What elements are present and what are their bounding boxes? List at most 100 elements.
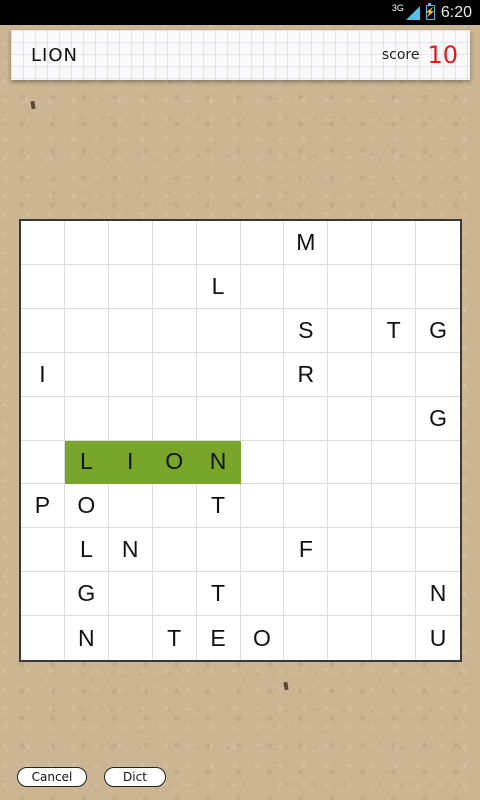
board-cell[interactable]: N xyxy=(65,616,109,660)
board-cell[interactable] xyxy=(416,265,460,309)
board-cell[interactable] xyxy=(21,396,65,441)
board-cell[interactable]: U xyxy=(416,616,460,660)
board-cell[interactable] xyxy=(196,396,241,441)
board-cell[interactable]: N xyxy=(108,528,153,573)
board-cell[interactable]: L xyxy=(196,264,241,309)
board-cell[interactable] xyxy=(152,264,197,309)
board-cell[interactable] xyxy=(284,572,329,617)
board-cell[interactable] xyxy=(416,484,460,529)
board-cell[interactable] xyxy=(64,308,109,353)
board-cell[interactable] xyxy=(240,484,285,529)
board-cell[interactable] xyxy=(152,352,197,397)
board-cell[interactable] xyxy=(328,221,373,265)
board-cell[interactable]: G xyxy=(416,309,460,353)
board-cell[interactable] xyxy=(108,308,153,353)
board-cell[interactable] xyxy=(240,396,285,441)
board-cell[interactable] xyxy=(108,264,153,309)
dict-button[interactable]: Dict xyxy=(104,767,166,787)
board-cell[interactable] xyxy=(196,221,241,265)
board-cell[interactable] xyxy=(372,528,417,573)
board-cell[interactable] xyxy=(328,616,373,660)
board-cell[interactable] xyxy=(21,616,65,660)
board-cell[interactable] xyxy=(21,221,65,265)
board-cell[interactable] xyxy=(21,264,65,309)
board-cell[interactable]: T xyxy=(153,616,197,660)
board-cell[interactable] xyxy=(240,572,285,617)
board-cell[interactable] xyxy=(240,221,285,265)
board-cell[interactable] xyxy=(109,616,153,660)
board-cell[interactable] xyxy=(416,221,460,265)
board-cell[interactable] xyxy=(284,264,329,309)
board-cell[interactable]: P xyxy=(21,484,65,529)
board-cell[interactable] xyxy=(21,308,65,353)
board-cell[interactable] xyxy=(284,440,329,485)
board-cell[interactable]: I xyxy=(21,352,65,397)
board-cell[interactable] xyxy=(328,440,373,485)
board-cell[interactable] xyxy=(108,572,153,617)
board-cell[interactable] xyxy=(240,528,285,573)
board-cell[interactable]: O xyxy=(241,616,285,660)
board-cell[interactable] xyxy=(152,484,197,529)
board-cell[interactable] xyxy=(152,572,197,617)
board-cell[interactable] xyxy=(416,528,460,573)
board-cell[interactable] xyxy=(64,221,109,265)
board-cell[interactable] xyxy=(372,264,417,309)
board-cell[interactable] xyxy=(372,484,417,529)
board-cell[interactable] xyxy=(372,352,417,397)
board-cell[interactable]: I xyxy=(108,440,153,485)
cancel-button[interactable]: Cancel xyxy=(17,767,87,787)
board-cell[interactable] xyxy=(372,616,417,660)
board-cell[interactable] xyxy=(196,528,241,573)
board-cell[interactable] xyxy=(372,440,417,485)
board-cell[interactable]: S xyxy=(284,308,329,353)
board-cell[interactable]: O xyxy=(64,484,109,529)
board-cell[interactable] xyxy=(152,221,197,265)
board-cell[interactable] xyxy=(64,264,109,309)
board-cell[interactable]: L xyxy=(64,440,109,485)
board-cell[interactable] xyxy=(328,528,373,573)
letter-board[interactable]: MLSTGIRGLIONPOTLNFGTNNTEOU xyxy=(19,219,462,662)
board-cell[interactable] xyxy=(240,308,285,353)
board-cell[interactable]: T xyxy=(372,308,417,353)
board-cell[interactable] xyxy=(64,396,109,441)
board-cell[interactable]: T xyxy=(196,572,241,617)
board-cell[interactable] xyxy=(152,308,197,353)
board-cell[interactable] xyxy=(372,572,417,617)
board-cell[interactable] xyxy=(284,396,329,441)
board-cell[interactable] xyxy=(21,572,65,617)
board-cell[interactable] xyxy=(152,528,197,573)
board-cell[interactable] xyxy=(328,264,373,309)
board-cell[interactable] xyxy=(328,572,373,617)
board-cell[interactable]: G xyxy=(416,397,460,441)
board-cell[interactable] xyxy=(196,352,241,397)
board-cell[interactable]: M xyxy=(284,221,329,265)
board-cell[interactable] xyxy=(240,264,285,309)
board-cell[interactable] xyxy=(196,308,241,353)
board-cell[interactable] xyxy=(328,484,373,529)
board-cell[interactable] xyxy=(372,396,417,441)
board-cell[interactable] xyxy=(21,440,65,485)
board-cell[interactable] xyxy=(152,396,197,441)
board-cell[interactable] xyxy=(284,616,329,660)
board-cell[interactable]: E xyxy=(197,616,241,660)
board-cell[interactable] xyxy=(416,441,460,485)
board-cell[interactable] xyxy=(240,440,285,485)
board-cell[interactable]: L xyxy=(64,528,109,573)
board-cell[interactable]: O xyxy=(152,440,197,485)
board-cell[interactable] xyxy=(108,221,153,265)
board-cell[interactable] xyxy=(372,221,417,265)
board-cell[interactable]: R xyxy=(284,352,329,397)
board-cell[interactable] xyxy=(328,352,373,397)
board-cell[interactable]: G xyxy=(64,572,109,617)
board-cell[interactable] xyxy=(416,353,460,397)
board-cell[interactable] xyxy=(328,396,373,441)
board-cell[interactable] xyxy=(64,352,109,397)
board-cell[interactable] xyxy=(328,308,373,353)
board-cell[interactable]: F xyxy=(284,528,329,573)
board-cell[interactable] xyxy=(108,484,153,529)
board-cell[interactable]: T xyxy=(196,484,241,529)
board-cell[interactable] xyxy=(108,352,153,397)
board-cell[interactable] xyxy=(284,484,329,529)
board-cell[interactable] xyxy=(21,528,65,573)
board-cell[interactable] xyxy=(240,352,285,397)
